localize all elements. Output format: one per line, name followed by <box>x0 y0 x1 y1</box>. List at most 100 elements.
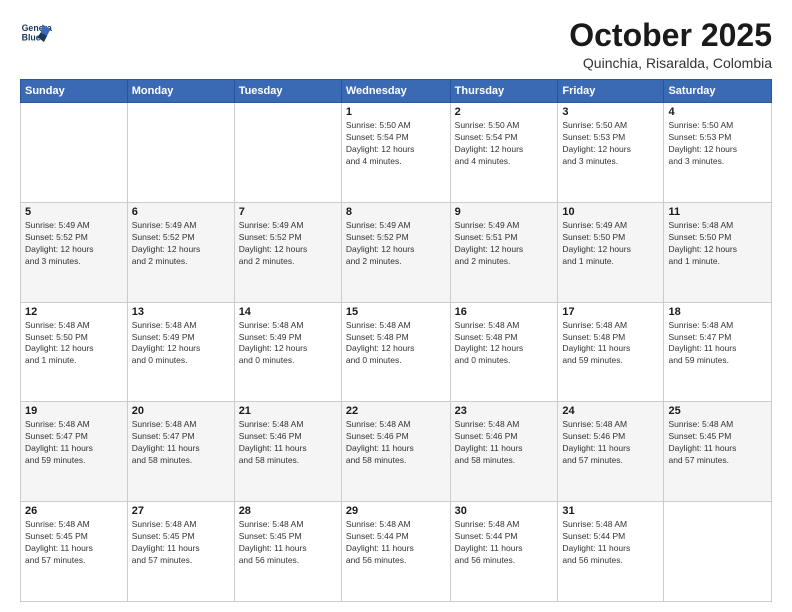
day-info: Sunrise: 5:48 AMSunset: 5:50 PMDaylight:… <box>668 220 767 268</box>
logo: General Blue <box>20 18 52 50</box>
day-number: 22 <box>346 405 446 417</box>
day-number: 7 <box>239 206 337 218</box>
day-cell-13: 13Sunrise: 5:48 AMSunset: 5:49 PMDayligh… <box>127 302 234 402</box>
day-cell-19: 19 Sunrise: 5:48 AMSunset: 5:47 PMDayligh… <box>21 402 128 502</box>
day-info: Sunrise: 5:48 AMSunset: 5:46 PMDaylight:… <box>346 419 446 467</box>
day-number: 12 <box>25 306 123 318</box>
day-number: 18 <box>668 306 767 318</box>
day-info: Sunrise: 5:48 AMSunset: 5:45 PMDaylight:… <box>132 519 230 567</box>
day-cell-27: 27 Sunrise: 5:48 AMSunset: 5:45 PMDayligh… <box>127 502 234 602</box>
day-number: 14 <box>239 306 337 318</box>
weekday-friday: Friday <box>558 80 664 103</box>
day-number: 26 <box>25 505 123 517</box>
day-info: Sunrise: 5:50 AMSunset: 5:53 PMDaylight:… <box>562 120 659 168</box>
day-number: 28 <box>239 505 337 517</box>
day-info: Sunrise: 5:49 AMSunset: 5:52 PMDaylight:… <box>132 220 230 268</box>
week-row-3: 19 Sunrise: 5:48 AMSunset: 5:47 PMDayligh… <box>21 402 772 502</box>
day-number: 31 <box>562 505 659 517</box>
day-cell-29: 29 Sunrise: 5:48 AMSunset: 5:44 PMDayligh… <box>341 502 450 602</box>
empty-cell <box>127 103 234 203</box>
day-info: Sunrise: 5:49 AMSunset: 5:52 PMDaylight:… <box>346 220 446 268</box>
day-number: 2 <box>455 106 554 118</box>
week-row-1: 5 Sunrise: 5:49 AMSunset: 5:52 PMDaylight… <box>21 202 772 302</box>
empty-cell <box>664 502 772 602</box>
day-info: Sunrise: 5:48 AMSunset: 5:47 PMDaylight:… <box>25 419 123 467</box>
day-cell-18: 18 Sunrise: 5:48 AMSunset: 5:47 PMDayligh… <box>664 302 772 402</box>
calendar-table: SundayMondayTuesdayWednesdayThursdayFrid… <box>20 79 772 602</box>
day-number: 19 <box>25 405 123 417</box>
day-number: 10 <box>562 206 659 218</box>
weekday-header-row: SundayMondayTuesdayWednesdayThursdayFrid… <box>21 80 772 103</box>
day-info: Sunrise: 5:48 AMSunset: 5:48 PMDaylight:… <box>346 320 446 368</box>
day-cell-14: 14Sunrise: 5:48 AMSunset: 5:49 PMDayligh… <box>234 302 341 402</box>
day-number: 20 <box>132 405 230 417</box>
day-number: 11 <box>668 206 767 218</box>
day-info: Sunrise: 5:48 AMSunset: 5:44 PMDaylight:… <box>562 519 659 567</box>
day-number: 29 <box>346 505 446 517</box>
day-cell-23: 23 Sunrise: 5:48 AMSunset: 5:46 PMDayligh… <box>450 402 558 502</box>
day-number: 5 <box>25 206 123 218</box>
day-info: Sunrise: 5:50 AMSunset: 5:54 PMDaylight:… <box>346 120 446 168</box>
day-info: Sunrise: 5:48 AMSunset: 5:48 PMDaylight:… <box>455 320 554 368</box>
day-cell-15: 15 Sunrise: 5:48 AMSunset: 5:48 PMDayligh… <box>341 302 450 402</box>
day-info: Sunrise: 5:48 AMSunset: 5:48 PMDaylight:… <box>562 320 659 368</box>
weekday-tuesday: Tuesday <box>234 80 341 103</box>
day-cell-25: 25 Sunrise: 5:48 AMSunset: 5:45 PMDayligh… <box>664 402 772 502</box>
day-cell-12: 12 Sunrise: 5:48 AMSunset: 5:50 PMDayligh… <box>21 302 128 402</box>
day-cell-31: 31 Sunrise: 5:48 AMSunset: 5:44 PMDayligh… <box>558 502 664 602</box>
day-cell-22: 22 Sunrise: 5:48 AMSunset: 5:46 PMDayligh… <box>341 402 450 502</box>
weekday-sunday: Sunday <box>21 80 128 103</box>
weekday-wednesday: Wednesday <box>341 80 450 103</box>
day-cell-1: 1Sunrise: 5:50 AMSunset: 5:54 PMDaylight… <box>341 103 450 203</box>
day-info: Sunrise: 5:48 AMSunset: 5:46 PMDaylight:… <box>562 419 659 467</box>
day-number: 27 <box>132 505 230 517</box>
day-number: 4 <box>668 106 767 118</box>
header: General Blue October 2025 Quinchia, Risa… <box>20 18 772 71</box>
day-info: Sunrise: 5:48 AMSunset: 5:45 PMDaylight:… <box>25 519 123 567</box>
empty-cell <box>234 103 341 203</box>
day-number: 16 <box>455 306 554 318</box>
day-cell-24: 24 Sunrise: 5:48 AMSunset: 5:46 PMDayligh… <box>558 402 664 502</box>
day-info: Sunrise: 5:48 AMSunset: 5:44 PMDaylight:… <box>346 519 446 567</box>
day-info: Sunrise: 5:48 AMSunset: 5:47 PMDaylight:… <box>132 419 230 467</box>
day-cell-4: 4 Sunrise: 5:50 AMSunset: 5:53 PMDaylight… <box>664 103 772 203</box>
day-number: 8 <box>346 206 446 218</box>
day-info: Sunrise: 5:48 AMSunset: 5:46 PMDaylight:… <box>455 419 554 467</box>
week-row-4: 26 Sunrise: 5:48 AMSunset: 5:45 PMDayligh… <box>21 502 772 602</box>
day-info: Sunrise: 5:48 AMSunset: 5:47 PMDaylight:… <box>668 320 767 368</box>
weekday-thursday: Thursday <box>450 80 558 103</box>
day-info: Sunrise: 5:49 AMSunset: 5:52 PMDaylight:… <box>25 220 123 268</box>
day-cell-10: 10Sunrise: 5:49 AMSunset: 5:50 PMDayligh… <box>558 202 664 302</box>
day-cell-30: 30Sunrise: 5:48 AMSunset: 5:44 PMDayligh… <box>450 502 558 602</box>
day-info: Sunrise: 5:49 AMSunset: 5:51 PMDaylight:… <box>455 220 554 268</box>
day-info: Sunrise: 5:48 AMSunset: 5:50 PMDaylight:… <box>25 320 123 368</box>
weekday-monday: Monday <box>127 80 234 103</box>
day-cell-9: 9Sunrise: 5:49 AMSunset: 5:51 PMDaylight… <box>450 202 558 302</box>
week-row-0: 1Sunrise: 5:50 AMSunset: 5:54 PMDaylight… <box>21 103 772 203</box>
day-cell-3: 3 Sunrise: 5:50 AMSunset: 5:53 PMDaylight… <box>558 103 664 203</box>
day-number: 3 <box>562 106 659 118</box>
day-info: Sunrise: 5:50 AMSunset: 5:53 PMDaylight:… <box>668 120 767 168</box>
calendar-title: October 2025 <box>569 18 772 53</box>
day-number: 17 <box>562 306 659 318</box>
day-cell-7: 7 Sunrise: 5:49 AMSunset: 5:52 PMDaylight… <box>234 202 341 302</box>
day-number: 15 <box>346 306 446 318</box>
week-row-2: 12 Sunrise: 5:48 AMSunset: 5:50 PMDayligh… <box>21 302 772 402</box>
day-number: 25 <box>668 405 767 417</box>
day-cell-11: 11 Sunrise: 5:48 AMSunset: 5:50 PMDayligh… <box>664 202 772 302</box>
day-number: 24 <box>562 405 659 417</box>
day-info: Sunrise: 5:48 AMSunset: 5:46 PMDaylight:… <box>239 419 337 467</box>
calendar-page: General Blue October 2025 Quinchia, Risa… <box>0 0 792 612</box>
day-number: 21 <box>239 405 337 417</box>
day-info: Sunrise: 5:48 AMSunset: 5:45 PMDaylight:… <box>668 419 767 467</box>
day-number: 6 <box>132 206 230 218</box>
day-cell-6: 6 Sunrise: 5:49 AMSunset: 5:52 PMDaylight… <box>127 202 234 302</box>
day-info: Sunrise: 5:48 AMSunset: 5:49 PMDaylight:… <box>132 320 230 368</box>
day-info: Sunrise: 5:49 AMSunset: 5:52 PMDaylight:… <box>239 220 337 268</box>
day-cell-5: 5 Sunrise: 5:49 AMSunset: 5:52 PMDaylight… <box>21 202 128 302</box>
logo-icon: General Blue <box>20 18 52 50</box>
day-cell-8: 8 Sunrise: 5:49 AMSunset: 5:52 PMDaylight… <box>341 202 450 302</box>
day-number: 23 <box>455 405 554 417</box>
day-cell-16: 16 Sunrise: 5:48 AMSunset: 5:48 PMDayligh… <box>450 302 558 402</box>
day-cell-17: 17 Sunrise: 5:48 AMSunset: 5:48 PMDayligh… <box>558 302 664 402</box>
